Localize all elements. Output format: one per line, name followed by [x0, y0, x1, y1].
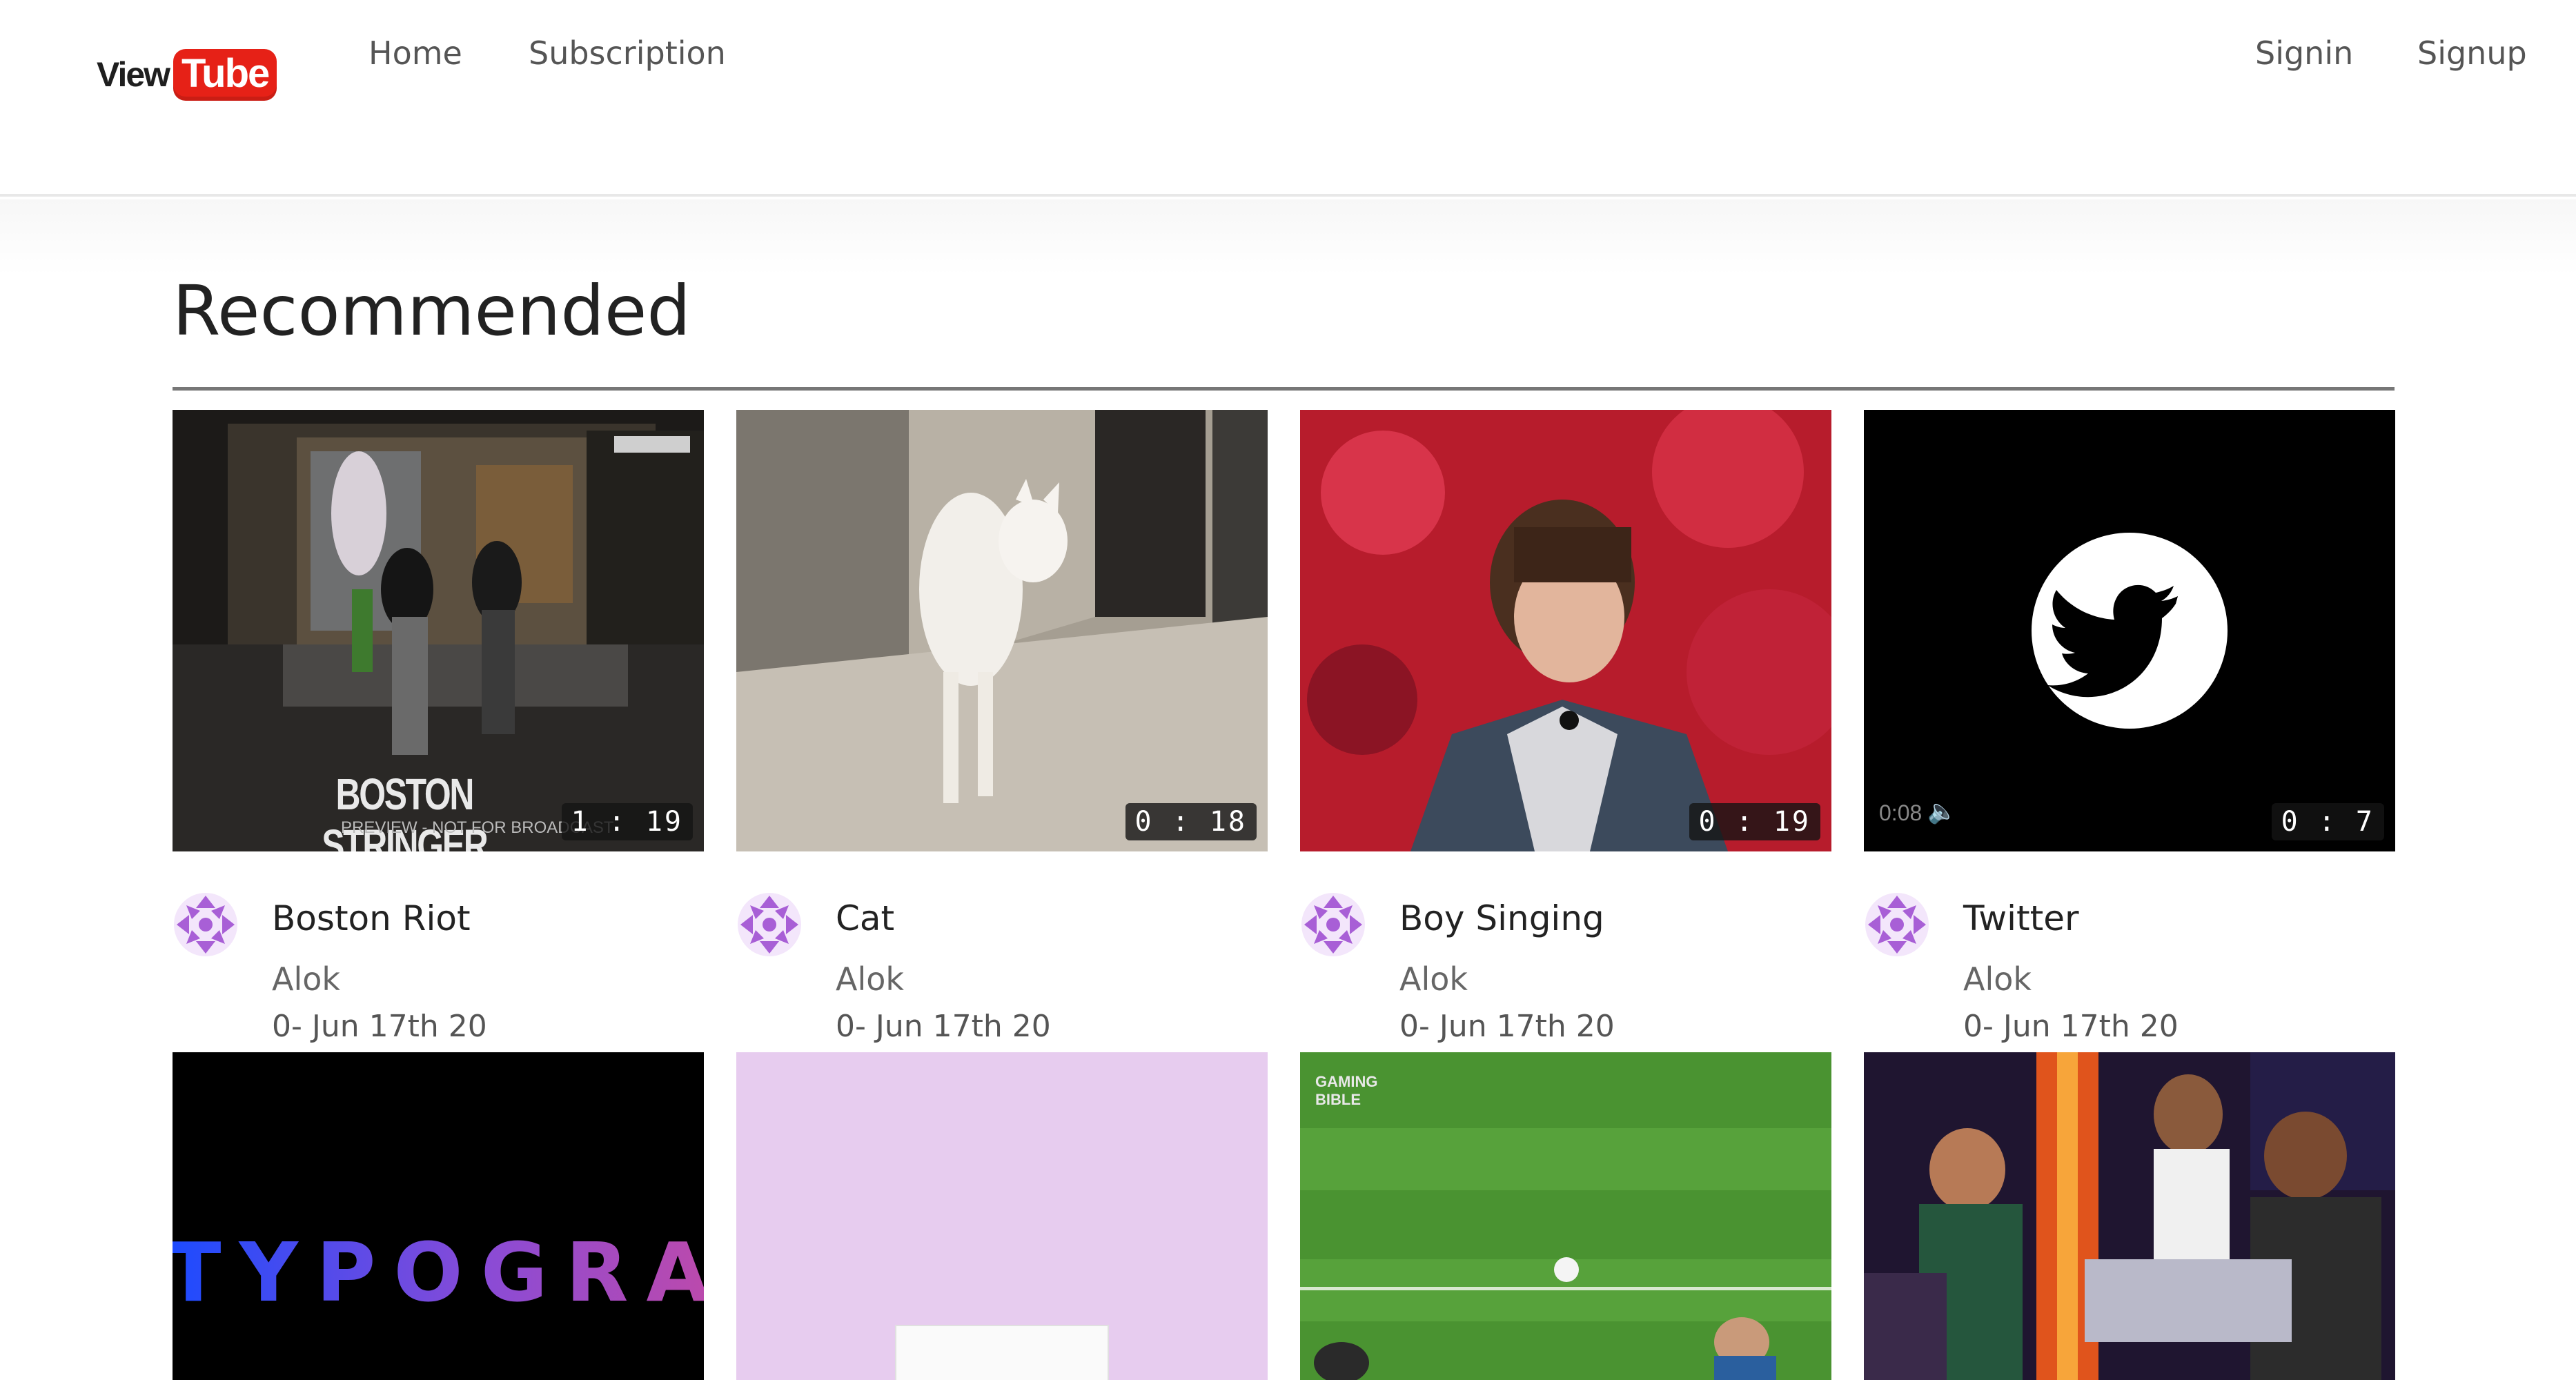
- video-title[interactable]: Boy Singing: [1399, 898, 1604, 938]
- upload-date: 0- Jun 17th 20: [836, 1009, 1051, 1044]
- upload-date: 0- Jun 17th 20: [272, 1009, 487, 1044]
- video-card[interactable]: 0 : 19 Boy Singing Alok 0- Jun 17th 20: [1300, 410, 1831, 1052]
- duration-badge: 0 : 7: [2271, 803, 2384, 840]
- video-card[interactable]: BOSTON STRINGER MEDIA PREVIEW - NOT FOR …: [173, 410, 704, 1052]
- video-thumbnail[interactable]: 0:08 🔈 0 : 7: [1864, 410, 2395, 851]
- video-thumbnail[interactable]: 0 : 19: [1300, 410, 1831, 851]
- card-shape: [895, 1325, 1109, 1380]
- channel-avatar[interactable]: [736, 891, 803, 958]
- video-title[interactable]: Twitter: [1963, 898, 2079, 938]
- singer-scene-image: [1300, 410, 1831, 851]
- section-divider: [173, 387, 2395, 391]
- band-scene-image: [1864, 1052, 2395, 1380]
- duration-badge: 0 : 18: [1125, 803, 1257, 840]
- video-info: Boston Riot Alok 0- Jun 17th 20: [173, 851, 704, 1052]
- volume-icon: 🔈: [1927, 798, 1957, 825]
- video-thumbnail[interactable]: GAMING BIBLE: [1300, 1052, 1831, 1380]
- typography-title-text: TYPOGRAP: [173, 1225, 704, 1320]
- soccer-scene-image: [1300, 1052, 1831, 1380]
- cat-scene-image: [736, 410, 1268, 851]
- logo-text-tube: Tube: [173, 48, 277, 101]
- header-shadow-band: [0, 199, 2576, 275]
- channel-name[interactable]: Alok: [1963, 960, 2032, 998]
- video-thumbnail[interactable]: BOSTON STRINGER MEDIA PREVIEW - NOT FOR …: [173, 410, 704, 851]
- video-card[interactable]: 0 : 18 Cat Alok 0- Jun 17th 20: [736, 410, 1268, 1052]
- upload-date: 0- Jun 17th 20: [1963, 1009, 2179, 1044]
- top-navbar: View Tube Home Subscription Signin Signu…: [0, 0, 2576, 197]
- nav-home-link[interactable]: Home: [368, 34, 462, 72]
- video-card[interactable]: 0:08 🔈 0 : 7 Twitter Alok 0- Jun 17th 20: [1864, 410, 2395, 1052]
- channel-name[interactable]: Alok: [272, 960, 340, 998]
- nav-subscription-link[interactable]: Subscription: [529, 34, 726, 72]
- video-info: Boy Singing Alok 0- Jun 17th 20: [1300, 851, 1831, 1052]
- channel-avatar[interactable]: [173, 891, 239, 958]
- video-thumbnail[interactable]: [1864, 1052, 2395, 1380]
- duration-badge: 0 : 19: [1689, 803, 1820, 840]
- video-title[interactable]: Cat: [836, 898, 894, 938]
- video-info: Cat Alok 0- Jun 17th 20: [736, 851, 1268, 1052]
- twitter-logo-image: [1864, 410, 2395, 851]
- viewtube-logo[interactable]: View Tube: [97, 43, 277, 106]
- channel-name[interactable]: Alok: [1399, 960, 1468, 998]
- video-thumbnail[interactable]: 0 : 18: [736, 410, 1268, 851]
- video-title[interactable]: Boston Riot: [272, 898, 471, 938]
- player-time-label: 0:08: [1879, 800, 1923, 825]
- video-thumbnail[interactable]: [736, 1052, 1268, 1380]
- channel-name[interactable]: Alok: [836, 960, 904, 998]
- section-title: Recommended: [173, 270, 691, 351]
- nav-signin-link[interactable]: Signin: [2255, 34, 2353, 72]
- channel-avatar[interactable]: [1300, 891, 1366, 958]
- gaming-bible-logo: GAMING BIBLE: [1315, 1073, 1378, 1108]
- channel-avatar[interactable]: [1864, 891, 1930, 958]
- duration-badge: 1 : 19: [561, 803, 693, 840]
- video-info: Twitter Alok 0- Jun 17th 20: [1864, 851, 2395, 1052]
- video-thumbnail[interactable]: TYPOGRAP: [173, 1052, 704, 1380]
- upload-date: 0- Jun 17th 20: [1399, 1009, 1615, 1044]
- logo-text-view: View: [97, 55, 170, 94]
- nav-signup-link[interactable]: Signup: [2417, 34, 2527, 72]
- watermark-text: BOSTON STRINGER MEDIA: [322, 769, 489, 851]
